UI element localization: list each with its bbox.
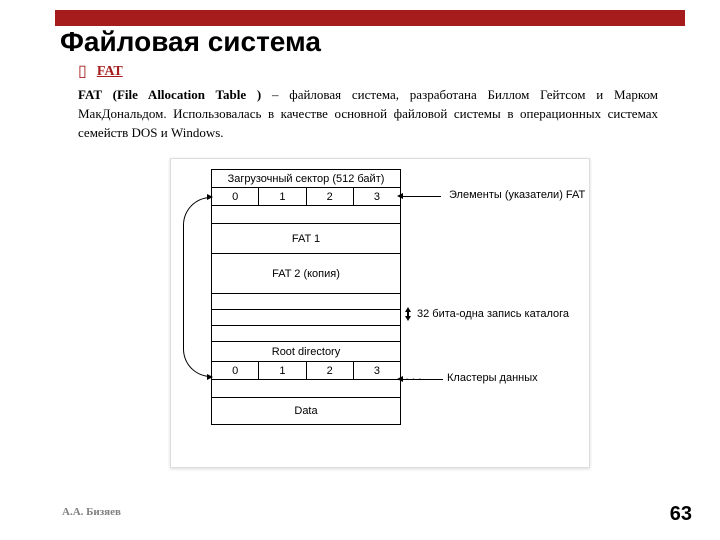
row-empty	[211, 205, 401, 223]
cell: 0	[212, 188, 259, 205]
arrow-head-icon	[207, 374, 213, 380]
accent-bar	[55, 10, 685, 26]
diagram-table: Загрузочный сектор (512 байт) 0 1 2 3 FA…	[211, 169, 401, 425]
cell: 3	[354, 362, 400, 379]
cell: 3	[354, 188, 400, 205]
cell: 1	[259, 188, 306, 205]
dots-icon: ···	[405, 371, 424, 386]
row-empty	[211, 379, 401, 397]
bullet-text: FAT	[97, 64, 123, 80]
arrow-head-icon	[397, 376, 403, 382]
row-pointers-1: 0 1 2 3	[211, 187, 401, 205]
cell: 1	[259, 362, 306, 379]
label-record: 32 бита-одна запись каталога	[417, 308, 569, 320]
row-root: Root directory	[211, 341, 401, 361]
page-title: Файловая система	[60, 26, 321, 58]
row-fat1: FAT 1	[211, 223, 401, 253]
row-empty	[211, 325, 401, 341]
arrow-head-icon	[397, 193, 403, 199]
bullet-icon: ▯	[78, 64, 87, 80]
cell: 2	[307, 362, 354, 379]
page-number: 63	[670, 503, 692, 526]
row-boot: Загрузочный сектор (512 байт)	[211, 169, 401, 187]
bullet-row: ▯ FAT	[78, 64, 123, 80]
arrow-line	[401, 196, 441, 197]
row-fat2: FAT 2 (копия)	[211, 253, 401, 293]
fat-diagram: Загрузочный сектор (512 байт) 0 1 2 3 FA…	[170, 158, 590, 468]
row-data: Data	[211, 397, 401, 425]
cell: 2	[307, 188, 354, 205]
arrow-head-icon	[207, 194, 213, 200]
cell: 0	[212, 362, 259, 379]
row-pointers-2: 0 1 2 3	[211, 361, 401, 379]
row-empty	[211, 309, 401, 325]
row-empty	[211, 293, 401, 309]
label-elements: Элементы (указатели) FAT	[449, 189, 585, 201]
double-arrow-icon	[404, 307, 412, 321]
curved-arrow-icon	[183, 197, 211, 377]
body-paragraph: FAT (File Allocation Table ) – файловая …	[78, 86, 658, 143]
label-clusters: Кластеры данных	[447, 372, 538, 384]
body-bold: FAT (File Allocation Table )	[78, 87, 261, 102]
footer-author: А.А. Бизяев	[62, 506, 121, 518]
